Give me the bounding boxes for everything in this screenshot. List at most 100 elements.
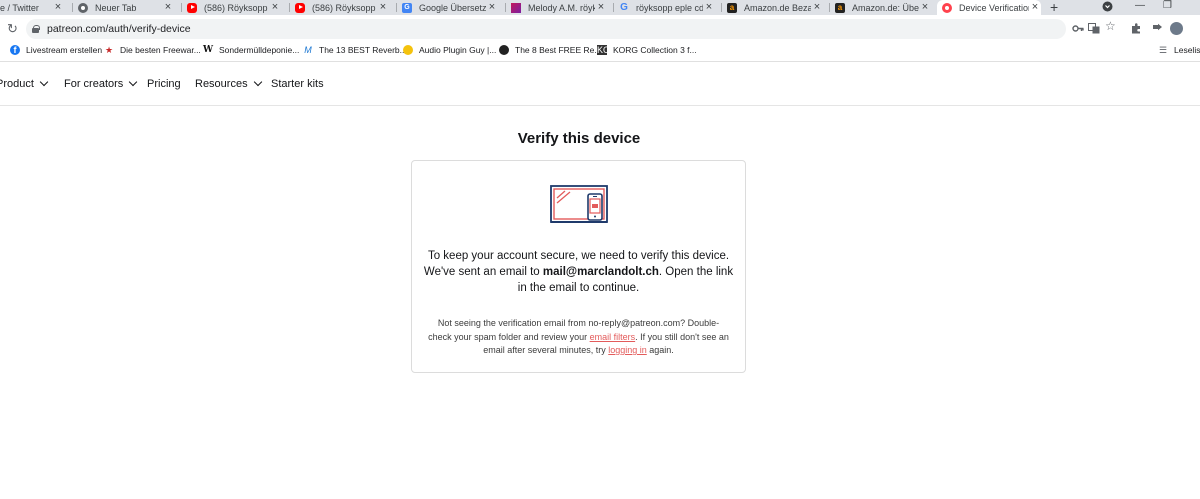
tab-youtube-1[interactable]: (586) Röyksopp - I × xyxy=(187,0,281,15)
tab-device-verification[interactable]: Device Verification × xyxy=(937,0,1041,15)
tab-close-icon[interactable]: × xyxy=(162,1,174,13)
tab-search-icon[interactable] xyxy=(1102,1,1113,15)
device-verification-illustration xyxy=(550,184,610,231)
chevron-down-icon xyxy=(253,77,262,87)
bookmark-sondermuell[interactable]: W Sondermülldeponie... xyxy=(203,45,299,55)
message-pre-email: We've sent an email to xyxy=(423,266,543,278)
star-icon: ★ xyxy=(104,45,114,55)
translate-icon[interactable] xyxy=(1088,23,1100,37)
logging-in-link[interactable]: logging in xyxy=(608,345,647,355)
wikipedia-icon: W xyxy=(203,45,214,55)
page-title: Verify this device xyxy=(517,130,641,147)
bookmark-label: Die besten Freewar... xyxy=(120,45,201,55)
amazon-icon: a xyxy=(835,2,845,13)
tab-close-icon[interactable]: × xyxy=(486,1,498,13)
tab-twitter[interactable]: e / Twitter × xyxy=(0,0,64,15)
key-icon[interactable] xyxy=(1072,23,1084,37)
message-line-1: To keep your account secure, we need to … xyxy=(427,250,730,262)
tab-close-icon[interactable]: × xyxy=(52,1,64,13)
tab-amazon-1[interactable]: a Amazon.de Bezahl × xyxy=(727,0,823,15)
browser-tab-strip: e / Twitter × Neuer Tab × (586) Röyksopp… xyxy=(0,0,1200,15)
new-tab-plus-icon[interactable]: + xyxy=(1050,0,1058,15)
extension-puzzle-icon[interactable] xyxy=(1152,23,1163,37)
bookmark-label: Sondermülldeponie... xyxy=(219,45,300,55)
tab-separator xyxy=(72,3,73,12)
bookmark-reverb[interactable]: M The 13 BEST Reverb... xyxy=(303,45,407,55)
bookmark-label: Livestream erstellen xyxy=(26,45,103,55)
tab-separator xyxy=(396,3,397,12)
url-text[interactable]: patreon.com/auth/verify-device xyxy=(47,23,191,35)
tab-separator xyxy=(181,3,182,12)
verification-message: To keep your account secure, we need to … xyxy=(422,248,735,296)
google-translate-icon: G xyxy=(402,2,412,13)
bookmark-label: Leseliste xyxy=(1174,45,1200,55)
tab-google-translate[interactable]: G Google Übersetzer × xyxy=(402,0,498,15)
nav-label: Pricing xyxy=(147,78,181,90)
tab-melody[interactable]: Melody A.M. röyks × xyxy=(511,0,607,15)
nav-for-creators[interactable]: For creators xyxy=(64,77,138,90)
nav-product[interactable]: Product xyxy=(0,77,49,90)
circle-icon xyxy=(499,45,509,55)
nav-label: For creators xyxy=(64,78,124,90)
nav-label: Starter kits xyxy=(271,78,324,90)
nav-starter-kits[interactable]: Starter kits xyxy=(271,78,324,90)
bookmark-label: The 8 Best FREE Re... xyxy=(515,45,602,55)
profile-avatar[interactable] xyxy=(1170,22,1183,35)
tab-close-icon[interactable]: × xyxy=(919,1,931,13)
help-note: Not seeing the verification email from n… xyxy=(428,317,729,358)
bookmark-label: The 13 BEST Reverb... xyxy=(319,45,407,55)
verify-device-card: To keep your account secure, we need to … xyxy=(411,160,746,373)
tab-youtube-2[interactable]: (586) Röyksopp - V × xyxy=(295,0,389,15)
minimize-icon[interactable]: — xyxy=(1135,0,1145,11)
chevron-down-icon xyxy=(39,77,49,87)
bookmarks-bar: f Livestream erstellen ★ Die besten Free… xyxy=(0,42,1200,62)
lock-icon[interactable] xyxy=(32,25,40,33)
browser-toolbar: ↻ patreon.com/auth/verify-device ☆ xyxy=(0,15,1200,42)
amazon-icon: a xyxy=(727,2,737,13)
bookmark-livestream[interactable]: f Livestream erstellen xyxy=(10,45,102,55)
m-icon: M xyxy=(304,45,312,55)
tab-separator xyxy=(829,3,830,12)
bookmark-8-best-free[interactable]: The 8 Best FREE Re... xyxy=(499,45,601,55)
patreon-icon xyxy=(942,2,952,13)
bookmark-label: KORG Collection 3 f... xyxy=(613,45,697,55)
user-email: mail@marclandolt.ch xyxy=(542,266,659,278)
tab-google-search[interactable]: G röyksopp eple cd - × xyxy=(619,0,715,15)
note-text: again. xyxy=(646,345,674,355)
address-bar[interactable]: patreon.com/auth/verify-device xyxy=(26,19,1066,39)
nav-pricing[interactable]: Pricing xyxy=(147,78,181,90)
site-navigation: Product For creators Pricing Resources S… xyxy=(0,62,1200,106)
tab-close-icon[interactable]: × xyxy=(595,1,607,13)
reload-icon[interactable]: ↻ xyxy=(7,21,18,37)
nav-resources[interactable]: Resources xyxy=(195,77,262,90)
bookmark-korg[interactable]: KORG KORG Collection 3 f... xyxy=(597,45,697,55)
korg-icon: KORG xyxy=(597,45,624,55)
chevron-down-icon xyxy=(129,77,138,87)
bookmark-reading-list[interactable]: ☰ Leseliste xyxy=(1158,45,1200,55)
restore-icon[interactable]: ❐ xyxy=(1163,0,1172,11)
extensions-icon[interactable] xyxy=(1131,23,1142,37)
tab-new-tab[interactable]: Neuer Tab × xyxy=(78,0,174,15)
nav-label: Product xyxy=(0,78,34,90)
reading-list-icon: ☰ xyxy=(1158,45,1168,55)
bookmark-star-icon[interactable]: ☆ xyxy=(1105,20,1116,32)
youtube-icon xyxy=(295,2,305,13)
tab-separator xyxy=(721,3,722,12)
tab-amazon-2[interactable]: a Amazon.de: Übersi × xyxy=(835,0,931,15)
bookmark-label: Audio Plugin Guy |... xyxy=(419,45,497,55)
google-icon: G xyxy=(620,1,628,13)
tab-close-icon[interactable]: × xyxy=(377,1,389,13)
plugin-icon xyxy=(403,45,413,55)
tab-close-icon[interactable]: × xyxy=(1029,1,1041,13)
tab-close-icon[interactable]: × xyxy=(811,1,823,13)
nav-label: Resources xyxy=(195,78,248,90)
email-filters-link[interactable]: email filters xyxy=(590,332,636,342)
melody-icon xyxy=(511,2,521,13)
tab-separator xyxy=(505,3,506,12)
tab-close-icon[interactable]: × xyxy=(269,1,281,13)
youtube-icon xyxy=(187,2,197,13)
facebook-icon: f xyxy=(10,45,20,55)
bookmark-audio-plugin-guy[interactable]: Audio Plugin Guy |... xyxy=(403,45,496,55)
bookmark-freeware[interactable]: ★ Die besten Freewar... xyxy=(104,45,201,55)
tab-close-icon[interactable]: × xyxy=(703,1,715,13)
